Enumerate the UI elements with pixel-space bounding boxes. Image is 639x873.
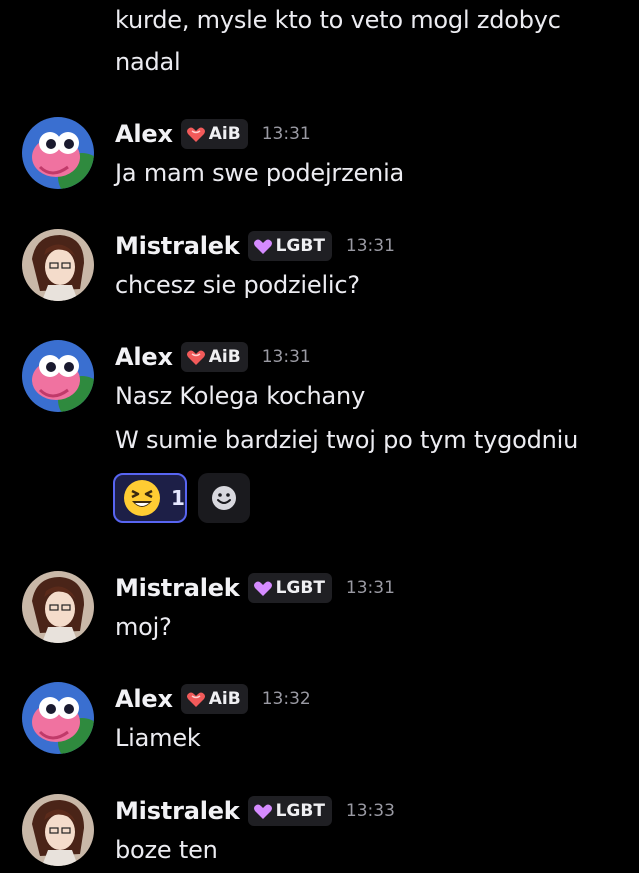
message-text: kurde, mysle kto to veto mogl zdobyc — [115, 6, 561, 34]
avatar-mistralek[interactable] — [22, 571, 94, 643]
message-header: Alex AiB 13:31 — [115, 340, 311, 374]
mistralek-avatar-image — [22, 229, 94, 301]
grinning-squinting-face-icon — [124, 480, 160, 516]
mistralek-avatar-image — [22, 794, 94, 866]
avatar-alex[interactable] — [22, 117, 94, 189]
smiley-add-icon — [212, 486, 236, 510]
username[interactable]: Alex — [115, 343, 173, 371]
avatar-mistralek[interactable] — [22, 794, 94, 866]
role-tag[interactable]: LGBT — [247, 231, 332, 261]
avatar-alex[interactable] — [22, 682, 94, 754]
timestamp: 13:33 — [345, 801, 395, 821]
username[interactable]: Mistralek — [115, 797, 240, 825]
message-text: boze ten — [115, 836, 218, 864]
timestamp: 13:31 — [345, 236, 395, 256]
role-tag-label: AiB — [208, 689, 241, 709]
message-text: Ja mam swe podejrzenia — [115, 159, 405, 187]
message-header: Mistralek LGBT 13:31 — [115, 571, 395, 605]
message-text: chcesz sie podzielic? — [115, 271, 360, 299]
role-tag[interactable]: LGBT — [247, 573, 332, 603]
message-text: nadal — [115, 48, 181, 76]
timestamp: 13:31 — [345, 578, 395, 598]
reaction-grinning-squinting[interactable]: 1 — [113, 473, 187, 523]
role-tag[interactable]: AiB — [180, 684, 248, 714]
message-text: Nasz Kolega kochany — [115, 382, 366, 410]
role-tag[interactable]: AiB — [180, 119, 248, 149]
role-tag-label: LGBT — [275, 801, 325, 821]
message-header: Alex AiB 13:32 — [115, 682, 311, 716]
message-text: moj? — [115, 613, 172, 641]
mistralek-avatar-image — [22, 571, 94, 643]
alex-avatar-image — [22, 117, 94, 189]
timestamp: 13:32 — [261, 689, 311, 709]
role-tag-label: AiB — [208, 347, 241, 367]
message-header: Mistralek LGBT 13:33 — [115, 794, 395, 828]
timestamp: 13:31 — [261, 347, 311, 367]
heart-flame-icon — [186, 350, 205, 365]
add-reaction-button[interactable] — [198, 473, 250, 523]
username[interactable]: Mistralek — [115, 232, 240, 260]
message-text: W sumie bardziej twoj po tym tygodniu — [115, 426, 579, 454]
role-tag[interactable]: LGBT — [247, 796, 332, 826]
role-tag-label: LGBT — [275, 578, 325, 598]
username[interactable]: Mistralek — [115, 574, 240, 602]
heart-flame-icon — [186, 692, 205, 707]
purple-heart-icon — [253, 804, 272, 819]
heart-flame-icon — [186, 127, 205, 142]
role-tag[interactable]: AiB — [180, 342, 248, 372]
message-text: Liamek — [115, 724, 201, 752]
reaction-count: 1 — [171, 486, 185, 510]
role-tag-label: AiB — [208, 124, 241, 144]
alex-avatar-image — [22, 340, 94, 412]
role-tag-label: LGBT — [275, 236, 325, 256]
message-header: Alex AiB 13:31 — [115, 117, 311, 151]
purple-heart-icon — [253, 239, 272, 254]
username[interactable]: Alex — [115, 685, 173, 713]
message-header: Mistralek LGBT 13:31 — [115, 229, 395, 263]
username[interactable]: Alex — [115, 120, 173, 148]
avatar-mistralek[interactable] — [22, 229, 94, 301]
purple-heart-icon — [253, 581, 272, 596]
alex-avatar-image — [22, 682, 94, 754]
timestamp: 13:31 — [261, 124, 311, 144]
avatar-alex[interactable] — [22, 340, 94, 412]
